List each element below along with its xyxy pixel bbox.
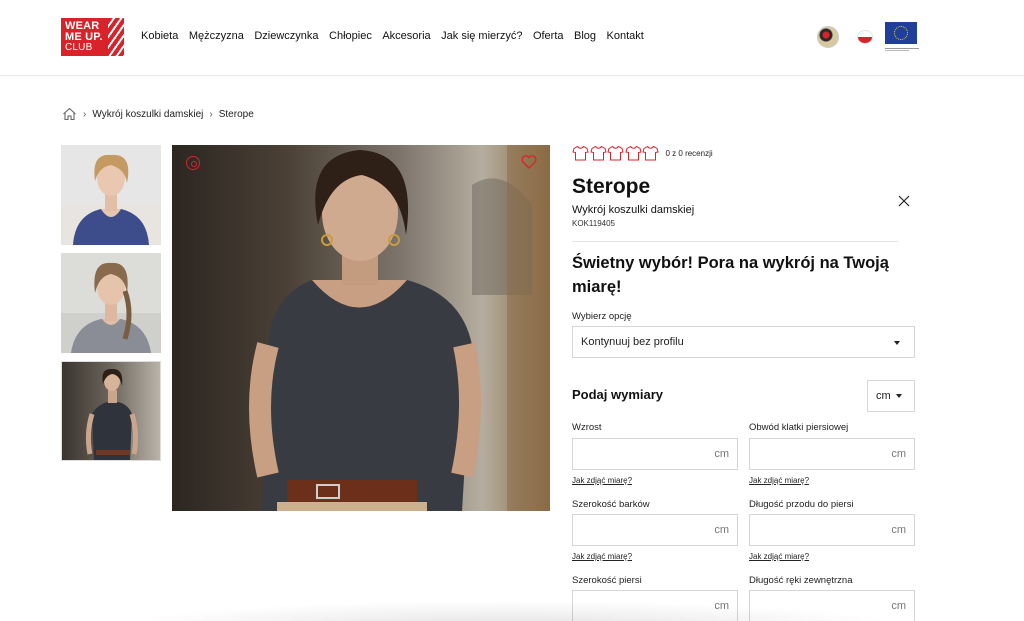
nav-item-kobieta[interactable]: Kobieta [141,30,178,42]
front-length-to-bust-input[interactable]: cm [749,514,915,546]
logo-stripe [108,18,124,56]
breadcrumb-item-category[interactable]: Wykrój koszulki damskiej [92,109,203,120]
brand-logo[interactable]: WEAR ME UP. CLUB [61,18,124,56]
rating-shirt-icon[interactable] [607,145,624,161]
nav-item-blog[interactable]: Blog [574,30,596,42]
shoulder-width-input[interactable]: cm [572,514,738,546]
product-main-image[interactable] [172,145,550,511]
profile-option-value: Kontynuuj bez profilu [581,336,684,348]
nav-item-jak-sie-mierzyc[interactable]: Jak się mierzyć? [441,30,522,42]
field-label-bust-width: Szerokość piersi [572,575,642,586]
height-input[interactable]: cm [572,438,738,470]
field-label-shoulder-width: Szerokość barków [572,499,650,510]
main-nav: Kobieta Mężczyzna Dziewczynka Chłopiec A… [141,30,654,42]
how-to-measure-link[interactable]: Jak zdjąć miarę? [572,552,632,561]
eu-flag-icon [885,22,917,44]
nav-item-akcesoria[interactable]: Akcesoria [382,30,430,42]
option-label: Wybierz opcję [572,311,632,322]
unit-select[interactable]: cm [867,380,915,412]
unit-select-value: cm [876,390,891,402]
main-image-photo [249,145,550,511]
rating-shirt-icon[interactable] [624,145,642,161]
input-unit: cm [714,448,729,460]
rating-text[interactable]: 0 z 0 recenzji [666,149,713,158]
how-to-measure-link[interactable]: Jak zdjąć miarę? [749,476,809,485]
thumbnail-3-image [85,368,139,460]
site-header: WEAR ME UP. CLUB Kobieta Mężczyzna Dziew… [0,0,1024,76]
input-unit: cm [891,524,906,536]
thumbnail-1-image [73,154,149,245]
close-icon[interactable] [898,195,910,210]
field-label-front-length-to-bust: Długość przodu do piersi [749,499,854,510]
chevron-down-icon [896,394,902,398]
nav-item-chlopiec[interactable]: Chłopiec [329,30,372,42]
breadcrumb-separator: › [83,108,87,120]
field-label-outer-arm-length: Długość ręki zewnętrzna [749,575,853,586]
nav-item-oferta[interactable]: Oferta [533,30,564,42]
product-title: Sterope [572,175,651,198]
nav-item-mezczyzna[interactable]: Mężczyzna [189,30,244,42]
favorite-heart-icon[interactable] [521,155,537,169]
eu-funding-caption-icon [885,46,919,51]
profile-pattern-icon[interactable] [817,26,839,48]
nav-item-dziewczynka[interactable]: Dziewczynka [254,30,318,42]
how-to-measure-link[interactable]: Jak zdjąć miarę? [749,552,809,561]
home-icon[interactable] [62,107,77,121]
profile-option-select[interactable]: Kontynuuj bez profilu [572,326,915,358]
product-subtitle: Wykrój koszulki damskiej [572,204,695,216]
field-label-chest-circumference: Obwód klatki piersiowej [749,422,849,433]
thumbnail-2-image [71,262,151,353]
rating-shirt-icon[interactable] [589,145,607,161]
input-unit: cm [891,448,906,460]
divider [572,241,898,242]
how-to-measure-link[interactable]: Jak zdjąć miarę? [572,476,632,485]
nav-item-kontakt[interactable]: Kontakt [607,30,644,42]
rating-shirt-icon[interactable] [572,145,589,161]
input-unit: cm [714,524,729,536]
product-sku: KOK119405 [572,219,615,228]
bottom-shadow [100,600,920,621]
rating-row: 0 z 0 recenzji [572,145,713,161]
breadcrumb-separator: › [209,108,213,120]
rating-shirt-icon[interactable] [642,145,659,161]
chest-circumference-input[interactable]: cm [749,438,915,470]
chevron-down-icon [894,341,900,345]
thumbnail-2[interactable] [61,253,161,353]
breadcrumb-item-current: Sterope [218,108,254,120]
promo-heading: Świetny wybór! Pora na wykrój na Twoją m… [572,254,889,296]
thumbnail-1[interactable] [61,145,161,245]
breadcrumb: › Wykrój koszulki damskiej › Sterope [62,107,254,121]
field-label-height: Wzrost [572,422,602,433]
zoom-icon[interactable] [186,156,200,170]
dimensions-title: Podaj wymiary [572,387,664,402]
polish-flag-icon[interactable] [857,30,873,44]
thumbnail-3-selected[interactable] [61,361,161,461]
